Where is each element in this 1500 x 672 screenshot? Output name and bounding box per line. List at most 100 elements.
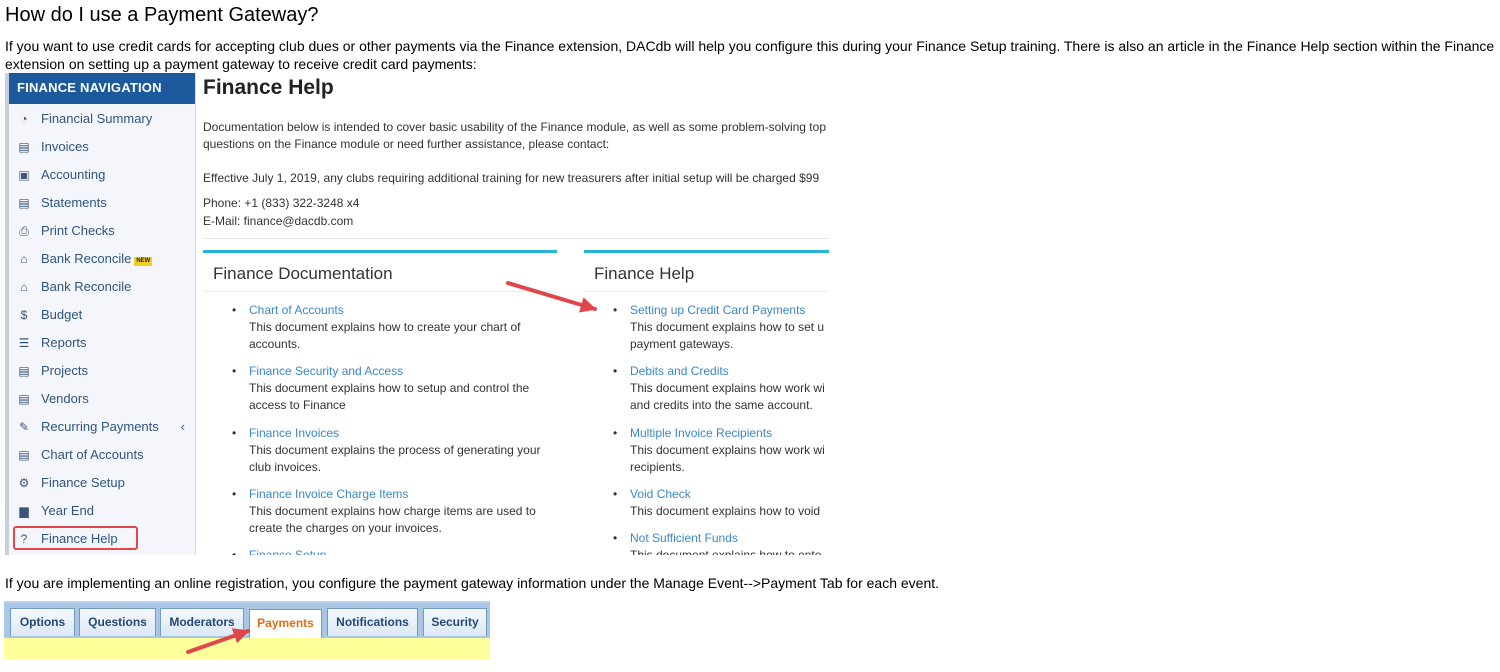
finance-nav-label: Invoices: [41, 139, 89, 154]
gear-icon: ⚙: [18, 476, 30, 490]
finance-nav-label: Year End: [41, 503, 95, 518]
doc-description: access to Finance: [249, 398, 346, 412]
doc-link[interactable]: Setting up Credit Card Payments: [630, 302, 829, 319]
bullet-icon: •: [613, 531, 618, 545]
bullet-icon: •: [232, 487, 237, 501]
finance-nav-item[interactable]: ⎙ Print Checks: [9, 217, 195, 245]
doc-link[interactable]: Finance Security and Access: [249, 363, 549, 380]
finance-sidebar: FINANCE NAVIGATION ◔ Financial Summary ▤ In…: [5, 73, 196, 555]
doc-entry: • Finance Invoice Charge Items This docume…: [232, 486, 549, 537]
finance-nav-label: Recurring Payments: [41, 419, 159, 434]
doc-description: This document explains how to create you…: [249, 320, 521, 334]
finance-nav-item[interactable]: ▤ Chart of Accounts: [9, 441, 195, 469]
finance-nav-label: Bank Reconcile: [41, 251, 132, 266]
finance-nav-item[interactable]: ▤ Projects: [9, 357, 195, 385]
finance-nav-item[interactable]: ▤ Statements: [9, 189, 195, 217]
doc-link[interactable]: Multiple Invoice Recipients: [630, 425, 829, 442]
list-box-icon: ▤: [18, 392, 30, 406]
finance-help-highlight-box: [13, 526, 138, 550]
doc-description: This document explains how to setup and …: [249, 381, 530, 395]
finance-nav-label: Print Checks: [41, 223, 115, 238]
finance-nav-label: Finance Setup: [41, 475, 125, 490]
finance-help-panel-title: Finance Help: [594, 264, 695, 283]
list-box-icon: ▤: [18, 448, 30, 462]
finance-nav-label: Budget: [41, 307, 83, 322]
new-badge: NEW: [134, 257, 153, 266]
document-icon: ▤: [18, 196, 30, 210]
doc-entry: • Not Sufficient Funds This document expla…: [613, 530, 829, 555]
finance-nav-item[interactable]: ⚙ Finance Setup: [9, 469, 195, 497]
chevron-left-icon[interactable]: ‹: [181, 413, 185, 441]
doc-link[interactable]: Chart of Accounts: [249, 302, 549, 319]
finance-nav-header: FINANCE NAVIGATION: [9, 73, 195, 104]
finance-help-intro-line1: Documentation below is intended to cover…: [203, 120, 826, 134]
finance-nav-item[interactable]: ⌂ Bank Reconcile: [9, 273, 195, 301]
tab-notifications[interactable]: Notifications: [327, 608, 418, 636]
finance-help-email[interactable]: E-Mail: finance@dacdb.com: [203, 213, 353, 230]
doc-description: payment gateways.: [630, 337, 734, 351]
finance-nav-item[interactable]: ⌂ Bank Reconcile NEW: [9, 245, 195, 273]
list-icon: ☰: [18, 336, 30, 350]
dashboard-icon: ◔: [20, 112, 28, 126]
doc-description: create the charges on your invoices.: [249, 521, 442, 535]
dollar-icon: $: [20, 308, 28, 322]
tab-security[interactable]: Security: [423, 608, 487, 636]
finance-nav-item[interactable]: ☰ Reports: [9, 329, 195, 357]
article-outro: If you are implementing an online regist…: [5, 575, 940, 591]
finance-nav-label: Reports: [41, 335, 87, 350]
doc-description: This document explains how to set u: [630, 320, 825, 334]
bullet-icon: •: [232, 303, 237, 317]
event-tab-bar: Options Questions Moderators Payments Notifi…: [4, 601, 490, 640]
doc-description: This document explains how to void: [630, 504, 821, 518]
list-box-icon: ▤: [18, 364, 30, 378]
bank-icon: ⌂: [20, 280, 28, 294]
panel-divider: [584, 291, 829, 292]
printer-icon: ⎙: [19, 224, 29, 238]
bullet-icon: •: [613, 487, 618, 501]
doc-description: club invoices.: [249, 460, 322, 474]
doc-description: This document explains how work wi: [630, 381, 825, 395]
doc-description: recipients.: [630, 460, 685, 474]
finance-nav-item[interactable]: ▆ Year End: [9, 497, 195, 525]
doc-link[interactable]: Finance Invoices: [249, 425, 549, 442]
finance-help-intro-line2: questions on the Finance module or need …: [203, 137, 610, 151]
finance-help-phone: Phone: +1 (833) 322-3248 x4: [203, 196, 360, 210]
doc-link[interactable]: Finance Invoice Charge Items: [249, 486, 549, 503]
finance-help-separator: [203, 238, 829, 239]
finance-nav-item[interactable]: ✎ Recurring Payments ‹: [9, 413, 195, 441]
finance-help-screenshot: FINANCE NAVIGATION ◔ Financial Summary ▤ In…: [5, 73, 829, 555]
doc-link[interactable]: Not Sufficient Funds: [630, 530, 829, 547]
doc-description: accounts.: [249, 337, 301, 351]
doc-description: This document explains the process of ge…: [249, 443, 541, 457]
doc-link[interactable]: Finance Setup: [249, 547, 549, 555]
finance-nav-item[interactable]: ▤ Invoices: [9, 133, 195, 161]
finance-nav-label: Statements: [41, 195, 107, 210]
finance-nav-item[interactable]: $ Budget: [9, 301, 195, 329]
bullet-icon: •: [232, 426, 237, 440]
doc-description: and credits into the same account.: [630, 398, 813, 412]
tab-options[interactable]: Options: [10, 608, 75, 636]
finance-nav-label: Bank Reconcile: [41, 279, 132, 294]
finance-nav-label: Financial Summary: [41, 111, 153, 126]
finance-nav-item[interactable]: ▣ Accounting: [9, 161, 195, 189]
tab-payments[interactable]: Payments: [249, 609, 322, 640]
doc-entry: • Finance Security and Access This documen…: [232, 363, 549, 414]
doc-description: This document explains how charge items …: [249, 504, 536, 518]
finance-documentation-title: Finance Documentation: [213, 264, 393, 283]
finance-nav-item[interactable]: ▤ Vendors: [9, 385, 195, 413]
doc-description: This document explains how to ente: [630, 548, 822, 555]
tab-questions[interactable]: Questions: [79, 608, 156, 636]
doc-link[interactable]: Debits and Credits: [630, 363, 829, 380]
doc-entry: • Void Check This document explains how to…: [613, 486, 829, 520]
tab-moderators[interactable]: Moderators: [160, 608, 244, 636]
doc-entry: • Setting up Credit Card Payments This doc…: [613, 302, 829, 353]
bullet-icon: •: [613, 364, 618, 378]
doc-link[interactable]: Void Check: [630, 486, 829, 503]
money-icon: ▣: [18, 168, 30, 182]
bullet-icon: •: [613, 426, 618, 440]
panel-accent-bar: [584, 250, 829, 253]
doc-description: This document explains how work wi: [630, 443, 825, 457]
finance-help-training-note: Effective July 1, 2019, any clubs requir…: [203, 171, 820, 185]
finance-nav-label: Vendors: [41, 391, 89, 406]
finance-nav-item[interactable]: ◔ Financial Summary: [9, 105, 195, 133]
